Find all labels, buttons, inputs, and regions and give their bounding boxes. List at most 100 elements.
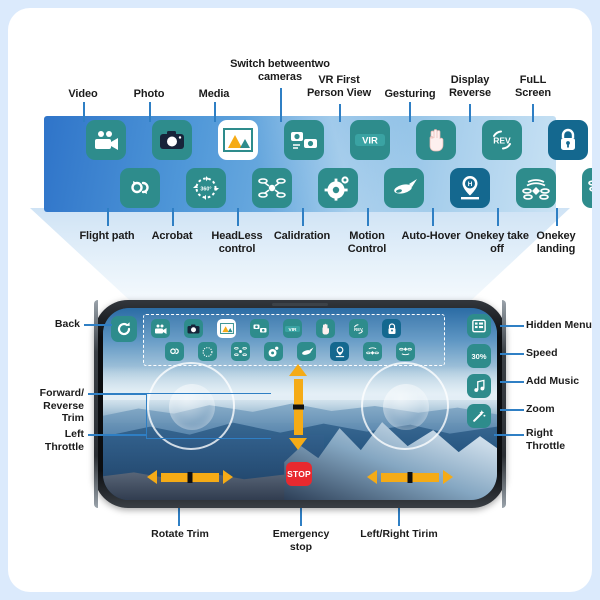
svg-text:360°: 360° xyxy=(200,187,211,193)
mini-motion-control-icon[interactable] xyxy=(297,342,316,361)
tile-flight-path-icon[interactable] xyxy=(120,168,160,208)
rotate-trim[interactable] xyxy=(147,470,233,484)
callout-acrobat-label: Acrobat xyxy=(151,230,193,242)
tile-headless-control-icon[interactable] xyxy=(252,168,292,208)
tile-onekey-landing-icon[interactable] xyxy=(582,168,592,208)
screen-toolbar-row-2 xyxy=(165,342,415,361)
callout-emergency-stop-label: Emergency stop xyxy=(272,528,330,553)
trim-vertical-bar[interactable] xyxy=(293,379,303,435)
mini-auto-hover-icon[interactable] xyxy=(330,342,349,361)
magic-wand-zoom-icon[interactable] xyxy=(467,404,491,428)
mini-video-camera-icon[interactable] xyxy=(151,319,170,338)
tile-360-flip-icon[interactable]: 360° xyxy=(186,168,226,208)
tile-switch-cameras-icon[interactable] xyxy=(284,120,324,160)
trim-up-arrow-icon[interactable] xyxy=(289,364,307,376)
leader-auto-hover xyxy=(432,208,434,226)
mini-gear-calibration-icon[interactable] xyxy=(264,342,283,361)
callout-forward-reverse-trim-label: Forward/ Reverse Trim xyxy=(39,387,84,424)
mini-camera-icon[interactable] xyxy=(184,319,203,338)
callout-zoom-label: Zoom xyxy=(526,403,555,415)
leader-full-screen xyxy=(532,104,534,122)
leader-forward-reverse-trim xyxy=(88,393,146,395)
leader-video xyxy=(83,102,85,122)
callout-speed-label: Speed xyxy=(526,347,558,359)
callout-left-throttle: Left Throttle xyxy=(26,428,84,453)
svg-text:VIR: VIR xyxy=(289,326,297,332)
leader-photo xyxy=(149,102,151,122)
speed-value: 30% xyxy=(471,351,487,361)
tile-gear-calibration-icon[interactable] xyxy=(318,168,358,208)
leader-back xyxy=(84,324,112,326)
back-refresh-icon[interactable] xyxy=(111,316,137,342)
leader-flight-path xyxy=(107,208,109,226)
tile-onekey-takeoff-icon[interactable] xyxy=(516,168,556,208)
tile-video-camera-icon[interactable] xyxy=(86,120,126,160)
callout-add-music-label: Add Music xyxy=(526,375,580,387)
lr-trim-left-arrow-icon[interactable] xyxy=(367,470,377,484)
callout-right-throttle-label: Right Throttle xyxy=(526,427,566,452)
trim-down-arrow-icon[interactable] xyxy=(289,438,307,450)
hidden-menu-icon[interactable] xyxy=(467,314,491,338)
tile-camera-icon[interactable] xyxy=(152,120,192,160)
mini-gallery-icon[interactable] xyxy=(217,319,236,338)
leader-switch-cameras xyxy=(280,88,282,122)
left-right-trim[interactable] xyxy=(367,470,453,484)
rotate-trim-left-arrow-icon[interactable] xyxy=(147,470,157,484)
callout-onekey-landing: Onekey landing xyxy=(520,230,592,256)
leader-speed xyxy=(500,353,524,355)
callout-display-reverse-label: Display Reverse xyxy=(448,74,492,99)
forward-reverse-trim[interactable] xyxy=(289,364,307,450)
screen-right-rail: 30% xyxy=(467,314,491,428)
mini-vr-icon[interactable]: VIR xyxy=(283,319,302,338)
leader-media xyxy=(214,102,216,122)
callout-video: Video xyxy=(52,88,114,101)
leader-zoom xyxy=(500,409,524,411)
callout-forward-reverse-trim: Forward/ Reverse Trim xyxy=(26,387,84,425)
tile-hand-gesture-icon[interactable] xyxy=(416,120,456,160)
callout-back: Back xyxy=(40,318,80,331)
mini-hand-gesture-icon[interactable] xyxy=(316,319,335,338)
mini-lock-icon[interactable] xyxy=(382,319,401,338)
screen-toolbar-row-1: VIR REV xyxy=(151,319,401,338)
tile-gallery-icon[interactable] xyxy=(218,120,258,160)
callout-photo: Photo xyxy=(118,88,180,101)
music-note-icon[interactable] xyxy=(467,374,491,398)
callout-headless-label: HeadLess control xyxy=(211,230,263,255)
mini-headless-control-icon[interactable] xyxy=(231,342,250,361)
callout-flight-path: Flight path xyxy=(76,230,138,243)
tile-reverse-icon[interactable]: REV xyxy=(482,120,522,160)
leader-hidden-menu xyxy=(500,325,524,327)
forward-reverse-trim-bracket xyxy=(146,393,271,439)
mini-360-flip-icon[interactable] xyxy=(198,342,217,361)
mini-onekey-takeoff-icon[interactable] xyxy=(363,342,382,361)
callout-motion-control: Motion Control xyxy=(333,230,401,256)
callout-calidration-label: Calidration xyxy=(273,230,331,242)
mini-onekey-landing-icon[interactable] xyxy=(396,342,415,361)
leader-display-reverse xyxy=(469,104,471,122)
leader-motion-control xyxy=(367,208,369,226)
callout-motion-control-label: Motion Control xyxy=(347,230,387,255)
leader-calidration xyxy=(302,208,304,226)
tile-motion-control-icon[interactable] xyxy=(384,168,424,208)
right-throttle-knob[interactable] xyxy=(383,384,429,430)
leader-left-throttle xyxy=(88,434,146,436)
rotate-trim-bar[interactable] xyxy=(161,472,219,482)
tile-auto-hover-icon[interactable]: H xyxy=(450,168,490,208)
leader-add-music xyxy=(500,381,524,383)
tile-vr-icon[interactable]: VIR xyxy=(350,120,390,160)
mini-switch-cameras-icon[interactable] xyxy=(250,319,269,338)
callout-rotate-trim: Rotate Trim xyxy=(148,528,212,541)
lr-trim-right-arrow-icon[interactable] xyxy=(443,470,453,484)
emergency-stop-button[interactable]: STOP xyxy=(286,462,312,486)
speed-icon[interactable]: 30% xyxy=(467,344,491,368)
callout-emergency-stop: Emergency stop xyxy=(266,528,336,553)
mini-flight-path-icon[interactable] xyxy=(165,342,184,361)
callout-back-label: Back xyxy=(54,318,80,330)
callout-add-music: Add Music xyxy=(526,375,579,388)
rotate-trim-right-arrow-icon[interactable] xyxy=(223,470,233,484)
callout-media-label: Media xyxy=(198,88,230,100)
lr-trim-bar[interactable] xyxy=(381,472,439,482)
funnel-connector xyxy=(30,208,570,308)
mini-reverse-icon[interactable]: REV xyxy=(349,319,368,338)
tile-lock-icon[interactable] xyxy=(548,120,588,160)
